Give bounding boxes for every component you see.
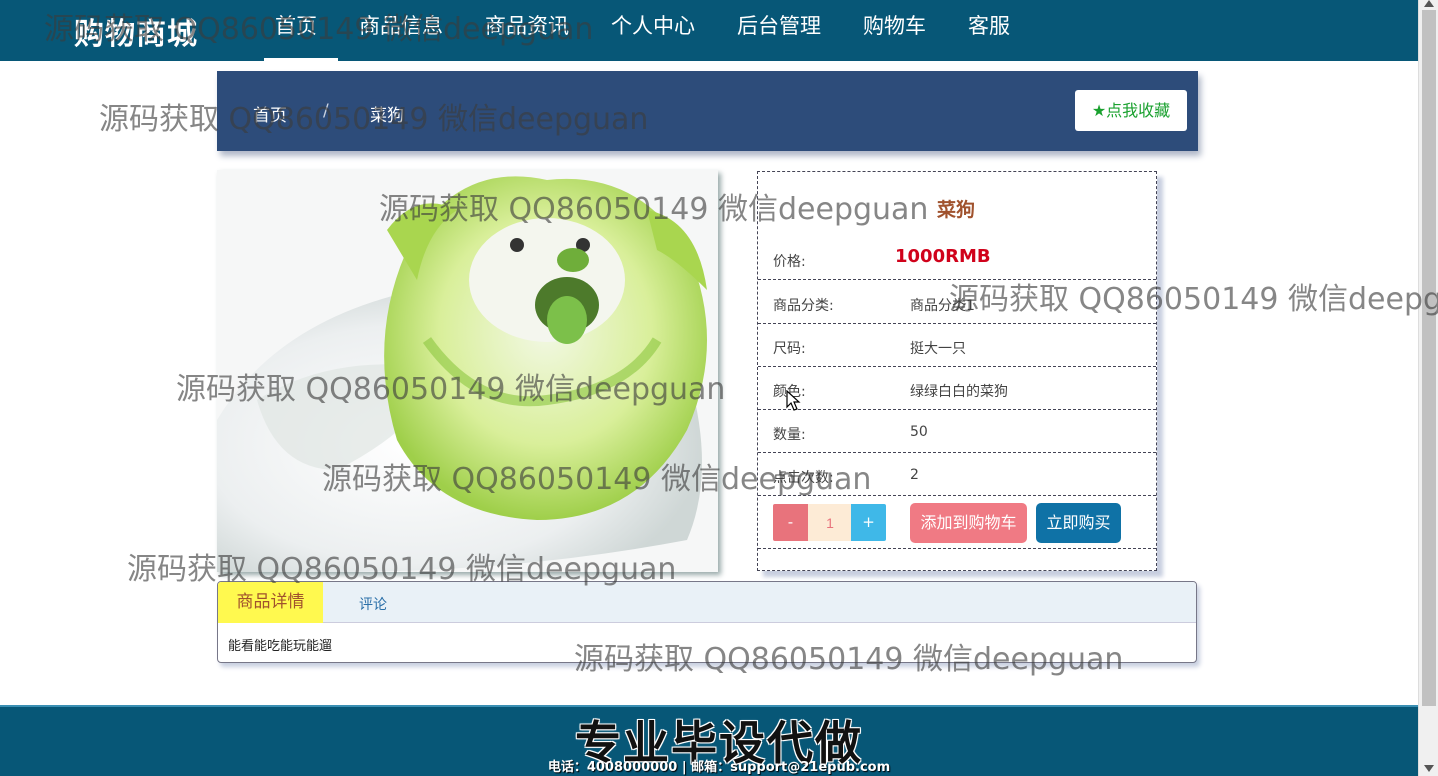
nav-admin[interactable]: 后台管理: [716, 0, 842, 61]
cabbage-dog-illustration: [217, 170, 718, 572]
tab-comments[interactable]: 评论: [359, 594, 387, 614]
main-nav: 首页 商品信息 商品资讯 个人中心 后台管理 购物车 客服: [254, 0, 1031, 61]
product-name: 菜狗: [937, 199, 976, 221]
page-footer: 专业毕设代做 电话：4008000000 | 邮箱：support@21epub…: [0, 705, 1418, 776]
tab-header: 商品详情 评论: [218, 582, 1196, 623]
breadcrumb-home[interactable]: 首页: [253, 101, 287, 126]
scroll-up-arrow-icon[interactable]: [1424, 0, 1434, 7]
quantity-decrease-button[interactable]: -: [773, 504, 808, 541]
info-value: 挺大一只: [910, 341, 966, 357]
scroll-thumb[interactable]: [1422, 10, 1436, 706]
top-navbar: 购物商城 首页 商品信息 商品资讯 个人中心 后台管理 购物车 客服: [0, 0, 1418, 61]
info-row-color: 颜色: 绿绿白白的菜狗: [758, 367, 1156, 410]
nav-profile[interactable]: 个人中心: [590, 0, 716, 61]
favorite-button[interactable]: ★点我收藏: [1075, 90, 1187, 131]
info-row-size: 尺码: 挺大一只: [758, 324, 1156, 367]
info-row-clicks: 点击次数: 2: [758, 453, 1156, 496]
nav-service[interactable]: 客服: [947, 0, 1031, 61]
breadcrumb: 首页 / 菜狗 ★点我收藏: [217, 71, 1198, 151]
info-label: 数量:: [773, 427, 806, 443]
quantity-input[interactable]: [808, 504, 852, 541]
info-value: 绿绿白白的菜狗: [910, 384, 1008, 400]
info-row-stock: 数量: 50: [758, 410, 1156, 453]
nav-cart[interactable]: 购物车: [842, 0, 947, 61]
info-value: 商品分类1: [910, 298, 975, 314]
favorite-label: 点我收藏: [1106, 101, 1171, 120]
mouse-cursor-icon: [786, 390, 801, 411]
add-to-cart-button[interactable]: 添加到购物车: [910, 503, 1027, 543]
info-label: 点击次数:: [773, 470, 834, 486]
nav-home[interactable]: 首页: [254, 0, 338, 61]
tab-product-detail[interactable]: 商品详情: [218, 582, 323, 623]
buy-now-button[interactable]: 立即购买: [1036, 503, 1121, 543]
quantity-increase-button[interactable]: +: [851, 504, 886, 541]
nav-products[interactable]: 商品信息: [338, 0, 464, 61]
nav-news[interactable]: 商品资讯: [464, 0, 590, 61]
breadcrumb-separator: /: [323, 101, 329, 121]
footer-contact: 电话：4008000000 | 邮箱：support@21epub.com: [547, 760, 891, 775]
info-value: 50: [910, 424, 928, 440]
star-icon: ★: [1091, 101, 1107, 120]
page-scrollbar[interactable]: [1418, 0, 1438, 776]
info-row-category: 商品分类: 商品分类1: [758, 281, 1156, 324]
brand-logo[interactable]: 购物商城: [74, 9, 198, 53]
price-value: 1000RMB: [895, 246, 991, 267]
product-tabs: 商品详情 评论 能看能吃能玩能遛: [217, 581, 1197, 663]
info-label: 商品分类:: [773, 298, 834, 314]
info-label: 尺码:: [773, 341, 806, 357]
price-row: 价格: 1000RMB: [758, 237, 1156, 280]
product-description: 能看能吃能玩能遛: [228, 639, 333, 654]
product-info-panel: 菜狗 价格: 1000RMB 商品分类: 商品分类1 尺码: 挺大一只 颜色: …: [757, 171, 1157, 571]
info-value: 2: [910, 467, 919, 483]
breadcrumb-current: 菜狗: [370, 106, 404, 126]
product-image: [217, 170, 718, 572]
price-label: 价格:: [773, 254, 806, 270]
